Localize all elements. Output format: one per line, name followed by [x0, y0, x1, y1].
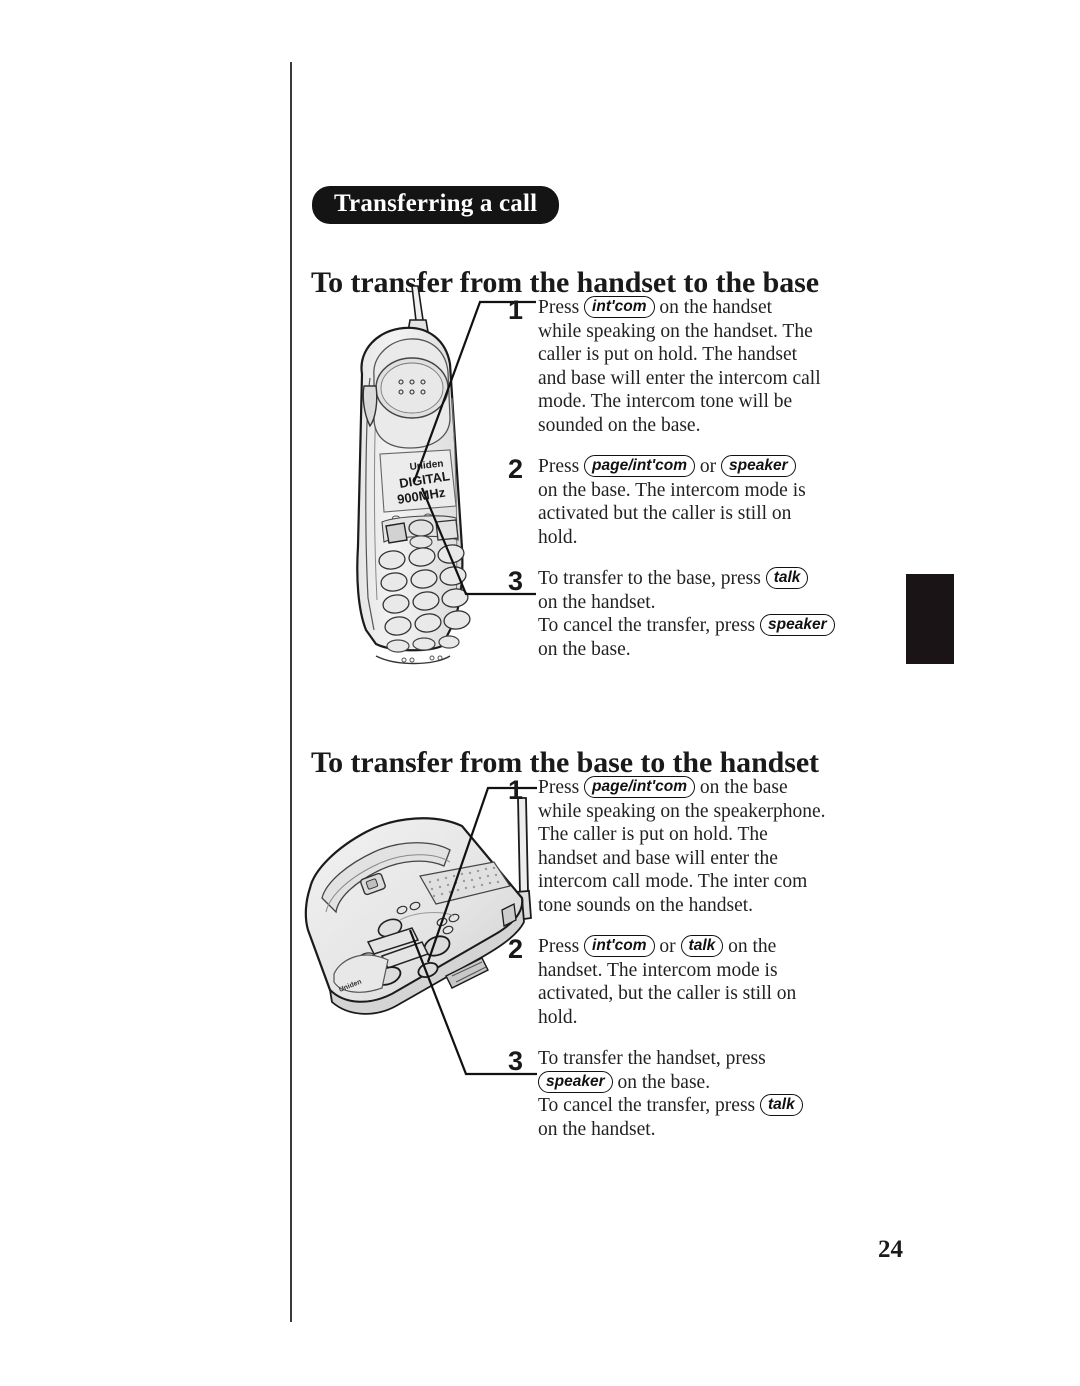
step-text-run: handset. The intercom mode is — [538, 959, 778, 981]
step-text-run: To cancel the transfer, press — [538, 615, 761, 636]
page-number: 24 — [878, 1236, 903, 1263]
step-line: To transfer the handset, press — [538, 1047, 878, 1071]
step-text-run: while speaking on the speakerphone. — [538, 800, 826, 822]
step-line: Press page/int'com or speaker — [538, 455, 878, 479]
step-line: and base will enter the intercom call — [538, 367, 878, 391]
step-text-run: on the base. — [538, 638, 631, 660]
step-text-run: Press — [538, 936, 585, 957]
step-text: Press page/int'com on the base while spea… — [538, 776, 878, 917]
step-line: handset and base will enter the — [538, 847, 878, 871]
step-text-run: intercom call mode. The inter com — [538, 871, 808, 892]
step-text-run: The caller is put on hold. The — [538, 824, 768, 845]
key-label-talk: talk — [760, 1094, 803, 1116]
step-text-run: Press — [538, 777, 585, 798]
step-number: 2 — [508, 934, 524, 964]
step-text-run: or — [695, 456, 722, 477]
step-text: Press int'com on the handset while speaki… — [538, 296, 878, 437]
manual-page: Transferring a call To transfer from the… — [0, 0, 1080, 1386]
chapter-thumb-tab — [906, 574, 954, 664]
step-line: caller is put on hold. The handset — [538, 343, 878, 367]
step-text-run: Press — [538, 456, 585, 477]
step-text-run: activated but the caller is still on — [538, 503, 792, 524]
step-line: speaker on the base. — [538, 1070, 878, 1095]
key-label-speaker: speaker — [538, 1070, 613, 1093]
step-text: To transfer to the base, press talk on th… — [538, 567, 878, 661]
step-line: Press page/int'com on the base — [538, 776, 878, 800]
key-label-speaker: speaker — [721, 455, 796, 477]
key-label-pageintcom: page/int'com — [584, 776, 696, 798]
step-line: while speaking on the speakerphone. — [538, 800, 878, 824]
step-text-run: or — [654, 936, 681, 957]
step-text: Press page/int'com or speaker on the base… — [538, 455, 878, 549]
step-text: Press int'com or talk on the handset. The… — [538, 935, 878, 1029]
step-line: on the base. — [538, 638, 878, 662]
step-text: To transfer the handset, press speaker on… — [538, 1047, 878, 1141]
step-text-run: Press — [538, 297, 585, 318]
instruction-step: 2 Press page/int'com or speaker on the bas… — [508, 455, 878, 549]
step-number: 1 — [508, 775, 524, 805]
key-label-speaker: speaker — [760, 614, 835, 636]
step-text-run: while speaking on the handset. The — [538, 320, 813, 342]
step-number: 3 — [508, 1046, 524, 1076]
instruction-step: 1 Press page/int'com on the base while spe… — [508, 776, 878, 917]
gutter-rule — [290, 62, 292, 1322]
step-text-run: hold. — [538, 1006, 578, 1028]
instruction-step: 3 To transfer the handset, press speaker o… — [508, 1047, 878, 1141]
step-text-run: caller is put on hold. The handset — [538, 344, 798, 365]
key-label-intcom: int'com — [584, 935, 655, 957]
step-line: activated but the caller is still on — [538, 502, 878, 526]
step-line: on the handset. — [538, 1118, 878, 1142]
step-number: 3 — [508, 566, 524, 596]
step-line: hold. — [538, 1006, 878, 1030]
step-text-run: and base will enter the intercom call — [538, 367, 821, 389]
step-line: To cancel the transfer, press speaker — [538, 614, 878, 638]
step-line: activated, but the caller is still on — [538, 982, 878, 1006]
step-line: To transfer to the base, press talk — [538, 567, 878, 591]
step-line: intercom call mode. The inter com — [538, 870, 878, 894]
key-label-pageintcom: page/int'com — [584, 455, 696, 477]
step-number: 2 — [508, 454, 524, 484]
step-line: on the base. The intercom mode is — [538, 479, 878, 503]
step-line: Press int'com on the handset — [538, 296, 878, 320]
step-text-run: on the base. The intercom mode is — [538, 479, 806, 501]
step-line: To cancel the transfer, press talk — [538, 1094, 878, 1118]
step-line: while speaking on the handset. The — [538, 320, 878, 344]
step-text-run: handset and base will enter the — [538, 847, 778, 869]
instruction-step: 3 To transfer to the base, press talk on t… — [508, 567, 878, 661]
step-line: sounded on the base. — [538, 414, 878, 438]
step-text-run: on the handset. — [538, 591, 656, 613]
step-text-run: sounded on the base. — [538, 414, 701, 436]
key-label-talk: talk — [680, 935, 724, 957]
step-text-run: hold. — [538, 526, 578, 548]
key-label-intcom: int'com — [584, 296, 655, 318]
step-line: on the handset. — [538, 591, 878, 615]
step-text-run: To transfer to the base, press — [538, 568, 766, 589]
step-text-run: on the — [723, 936, 777, 957]
steps-base-to-handset: 1 Press page/int'com on the base while spe… — [508, 776, 878, 1159]
section-title-pill: Transferring a call — [312, 186, 560, 225]
step-line: The caller is put on hold. The — [538, 823, 878, 847]
step-line: mode. The intercom tone will be — [538, 390, 878, 414]
step-line: handset. The intercom mode is — [538, 959, 878, 983]
step-line: hold. — [538, 526, 878, 550]
step-line: tone sounds on the handset. — [538, 894, 878, 918]
step-text-run: activated, but the caller is still on — [538, 983, 797, 1004]
step-text-run: tone sounds on the handset. — [538, 894, 754, 916]
step-text-run: To transfer the handset, press — [538, 1048, 766, 1069]
step-text-run: on the base — [695, 777, 788, 798]
steps-handset-to-base: 1 Press int'com on the handset while speak… — [508, 296, 878, 679]
step-text-run: on the handset — [654, 297, 773, 318]
step-text-run: on the base. — [612, 1071, 711, 1093]
instruction-step: 1 Press int'com on the handset while speak… — [508, 296, 878, 437]
step-text-run: on the handset. — [538, 1118, 656, 1140]
instruction-step: 2 Press int'com or talk on the handset. Th… — [508, 935, 878, 1029]
step-number: 1 — [508, 295, 524, 325]
step-line: Press int'com or talk on the — [538, 935, 878, 959]
step-text-run: mode. The intercom tone will be — [538, 391, 793, 412]
step-text-run: To cancel the transfer, press — [538, 1095, 761, 1116]
key-label-talk: talk — [765, 567, 809, 589]
